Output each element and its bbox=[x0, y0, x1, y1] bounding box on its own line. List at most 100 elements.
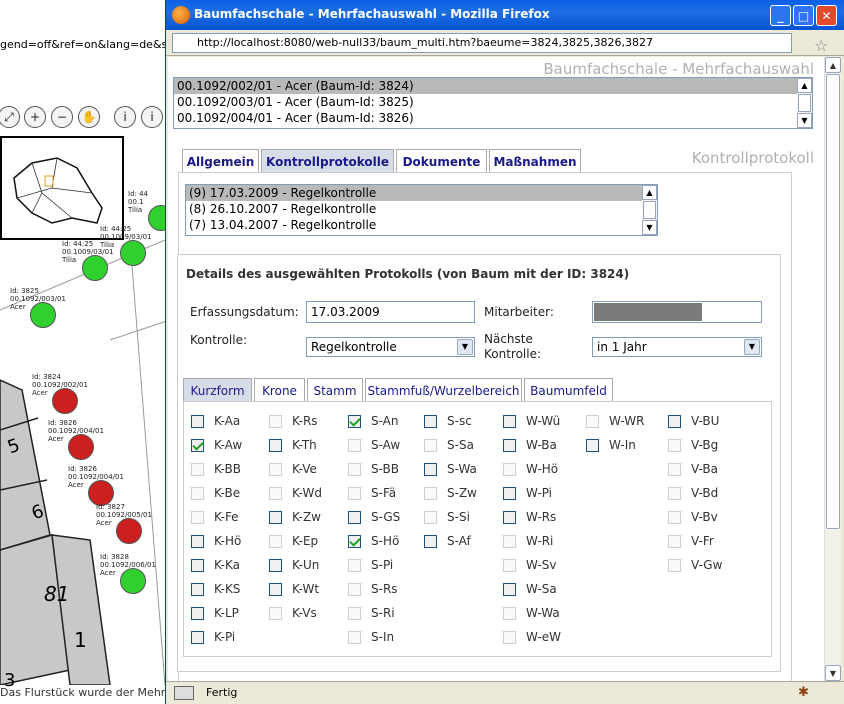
tab-allgemein[interactable]: Allgemein bbox=[182, 149, 259, 173]
checkbox-box-icon[interactable] bbox=[503, 582, 516, 596]
maximize-button[interactable]: □ bbox=[793, 5, 814, 26]
checkbox-box-icon[interactable] bbox=[191, 486, 204, 500]
checkbox-s-aw[interactable]: S-Aw bbox=[348, 437, 400, 453]
checkbox-w-ba[interactable]: W-Ba bbox=[503, 437, 557, 453]
checkbox-box-icon[interactable] bbox=[668, 414, 681, 428]
checkbox-s-si[interactable]: S-Si bbox=[424, 509, 470, 525]
info-icon[interactable]: i bbox=[114, 106, 136, 128]
minimize-button[interactable]: _ bbox=[770, 5, 791, 26]
scroll-down-arrow-icon[interactable]: ▼ bbox=[642, 220, 657, 235]
checkbox-box-icon[interactable] bbox=[269, 534, 282, 548]
checkbox-w-ew[interactable]: W-eW bbox=[503, 629, 561, 645]
checkbox-box-icon[interactable] bbox=[503, 558, 516, 572]
checkbox-box-icon[interactable] bbox=[269, 438, 282, 452]
checkbox-s-wa[interactable]: S-Wa bbox=[424, 461, 477, 477]
checkbox-box-icon[interactable] bbox=[191, 510, 204, 524]
checkbox-box-icon[interactable] bbox=[269, 414, 282, 428]
tree-list-scrollbar[interactable]: ▲ ▼ bbox=[797, 78, 812, 128]
tree-listbox[interactable]: 00.1092/002/01 - Acer (Baum-Id: 3824) 00.… bbox=[173, 77, 813, 129]
checkbox-box-icon[interactable] bbox=[269, 486, 282, 500]
checkbox-box-icon[interactable] bbox=[191, 414, 204, 428]
info-multi-icon[interactable]: i bbox=[141, 106, 163, 128]
checkbox-box-icon[interactable] bbox=[668, 438, 681, 452]
mitarbeiter-field[interactable] bbox=[592, 301, 762, 323]
checkbox-box-icon[interactable] bbox=[424, 486, 437, 500]
checkbox-k-ks[interactable]: K-KS bbox=[191, 581, 240, 597]
checkbox-box-icon[interactable] bbox=[348, 486, 361, 500]
checkbox-k-un[interactable]: K-Un bbox=[269, 557, 319, 573]
checkbox-box-icon[interactable] bbox=[503, 462, 516, 476]
checkbox-checked-icon[interactable] bbox=[191, 438, 204, 452]
checkbox-k-zw[interactable]: K-Zw bbox=[269, 509, 321, 525]
checkbox-w-sa[interactable]: W-Sa bbox=[503, 581, 557, 597]
checkbox-box-icon[interactable] bbox=[191, 582, 204, 596]
tab-baumumfeld[interactable]: Baumumfeld bbox=[524, 378, 613, 402]
checkbox-w-rs[interactable]: W-Rs bbox=[503, 509, 556, 525]
checkbox-k-wd[interactable]: K-Wd bbox=[269, 485, 322, 501]
protocol-list-scrollbar[interactable]: ▲ ▼ bbox=[642, 185, 657, 235]
checkbox-s-sc[interactable]: S-sc bbox=[424, 413, 472, 429]
scroll-up-arrow-icon[interactable]: ▲ bbox=[825, 57, 841, 73]
tab-massnahmen[interactable]: Maßnahmen bbox=[489, 149, 581, 173]
scroll-up-arrow-icon[interactable]: ▲ bbox=[797, 78, 812, 93]
checkbox-box-icon[interactable] bbox=[191, 630, 204, 644]
tree-list-item[interactable]: 00.1092/004/01 - Acer (Baum-Id: 3826) bbox=[174, 110, 812, 126]
erfassungsdatum-field[interactable]: 17.03.2009 bbox=[306, 301, 475, 323]
checkbox-box-icon[interactable] bbox=[503, 606, 516, 620]
checkbox-v-gw[interactable]: V-Gw bbox=[668, 557, 722, 573]
checkbox-box-icon[interactable] bbox=[348, 606, 361, 620]
checkbox-k-ka[interactable]: K-Ka bbox=[191, 557, 240, 573]
checkbox-k-ve[interactable]: K-Ve bbox=[269, 461, 317, 477]
tree-list-item[interactable]: 00.1092/002/01 - Acer (Baum-Id: 3824) bbox=[174, 78, 812, 94]
checkbox-s-rs[interactable]: S-Rs bbox=[348, 581, 398, 597]
checkbox-checked-icon[interactable] bbox=[348, 414, 361, 428]
kontrolle-select[interactable]: Regelkontrolle ▼ bbox=[306, 337, 475, 357]
checkbox-k-rs[interactable]: K-Rs bbox=[269, 413, 318, 429]
checkbox-box-icon[interactable] bbox=[586, 414, 599, 428]
map-canvas[interactable]: 5 6 81 1 3 Id: 44 00.1 Tilia Id: 44:25 00… bbox=[0, 190, 170, 691]
checkbox-w-hö[interactable]: W-Hö bbox=[503, 461, 558, 477]
scroll-up-arrow-icon[interactable]: ▲ bbox=[642, 185, 657, 200]
checkbox-box-icon[interactable] bbox=[668, 558, 681, 572]
checkbox-box-icon[interactable] bbox=[586, 438, 599, 452]
checkbox-box-icon[interactable] bbox=[668, 462, 681, 476]
checkbox-v-bu[interactable]: V-BU bbox=[668, 413, 719, 429]
checkbox-box-icon[interactable] bbox=[424, 414, 437, 428]
checkbox-box-icon[interactable] bbox=[191, 534, 204, 548]
tab-stamm[interactable]: Stamm bbox=[307, 378, 363, 402]
checkbox-w-sv[interactable]: W-Sv bbox=[503, 557, 556, 573]
checkbox-k-pi[interactable]: K-Pi bbox=[191, 629, 235, 645]
checkbox-box-icon[interactable] bbox=[348, 462, 361, 476]
checkbox-box-icon[interactable] bbox=[503, 438, 516, 452]
checkbox-w-wr[interactable]: W-WR bbox=[586, 413, 644, 429]
protocol-list-item[interactable]: (7) 13.04.2007 - Regelkontrolle bbox=[186, 217, 657, 233]
checkbox-k-aa[interactable]: K-Aa bbox=[191, 413, 240, 429]
checkbox-w-pi[interactable]: W-Pi bbox=[503, 485, 552, 501]
checkbox-k-be[interactable]: K-Be bbox=[191, 485, 240, 501]
checkbox-k-th[interactable]: K-Th bbox=[269, 437, 317, 453]
protocol-list-item[interactable]: (8) 26.10.2007 - Regelkontrolle bbox=[186, 201, 657, 217]
checkbox-box-icon[interactable] bbox=[269, 582, 282, 596]
checkbox-k-vs[interactable]: K-Vs bbox=[269, 605, 317, 621]
zoom-in-icon[interactable]: + bbox=[24, 106, 46, 128]
title-bar[interactable]: Baumfachschale - Mehrfachauswahl - Mozil… bbox=[166, 0, 844, 30]
checkbox-box-icon[interactable] bbox=[503, 486, 516, 500]
checkbox-s-an[interactable]: S-An bbox=[348, 413, 399, 429]
checkbox-w-wü[interactable]: W-Wü bbox=[503, 413, 560, 429]
checkbox-box-icon[interactable] bbox=[191, 462, 204, 476]
checkbox-box-icon[interactable] bbox=[668, 486, 681, 500]
checkbox-box-icon[interactable] bbox=[503, 414, 516, 428]
protocol-list-item[interactable]: (9) 17.03.2009 - Regelkontrolle bbox=[186, 185, 657, 201]
checkbox-box-icon[interactable] bbox=[503, 534, 516, 548]
firebug-icon[interactable]: ✱ bbox=[798, 685, 809, 700]
checkbox-v-bd[interactable]: V-Bd bbox=[668, 485, 718, 501]
checkbox-box-icon[interactable] bbox=[348, 582, 361, 596]
checkbox-box-icon[interactable] bbox=[424, 462, 437, 476]
checkbox-s-sa[interactable]: S-Sa bbox=[424, 437, 474, 453]
checkbox-s-gs[interactable]: S-GS bbox=[348, 509, 400, 525]
chevron-down-icon[interactable]: ▼ bbox=[744, 339, 760, 355]
checkbox-box-icon[interactable] bbox=[269, 510, 282, 524]
naechste-kontrolle-select[interactable]: in 1 Jahr ▼ bbox=[592, 337, 762, 357]
tab-kurzform[interactable]: Kurzform bbox=[183, 378, 252, 402]
checkbox-box-icon[interactable] bbox=[424, 534, 437, 548]
